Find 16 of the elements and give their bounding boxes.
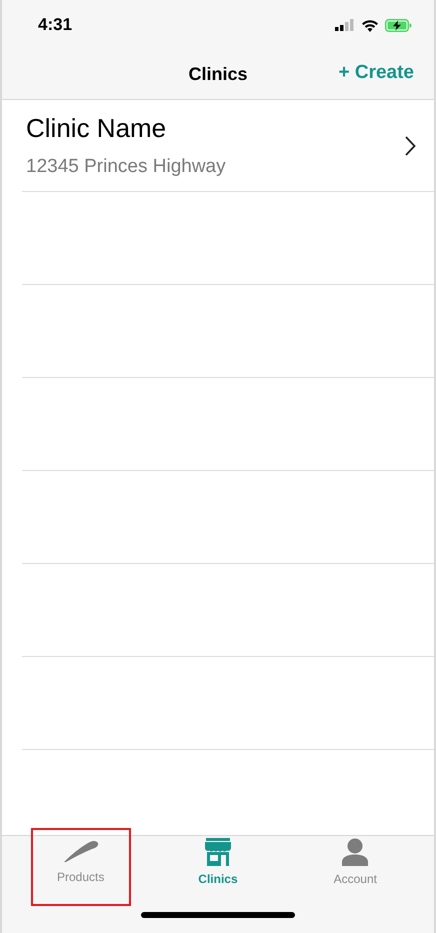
chevron-right-icon (404, 136, 416, 156)
screen-title: Clinics (188, 64, 248, 85)
tab-bar-item[interactable]: Clinics (168, 828, 268, 906)
blade-icon (62, 838, 100, 864)
clinic-row[interactable]: Clinic Name 12345 Princes Highway (22, 100, 434, 192)
storefront-icon (204, 838, 232, 866)
clinic-name: Clinic Name (26, 113, 168, 144)
signal-icon (335, 19, 355, 31)
wifi-icon (361, 18, 379, 32)
clinic-address: 12345 Princes Highway (26, 156, 226, 178)
person-icon (342, 838, 368, 866)
status-time: 4:31 (38, 15, 72, 35)
tab-bar-item[interactable]: Products (30, 828, 131, 906)
tab-bar-item[interactable]: Account (305, 828, 406, 906)
create-button[interactable]: + Create (338, 62, 414, 84)
battery-charging-icon (385, 18, 412, 32)
